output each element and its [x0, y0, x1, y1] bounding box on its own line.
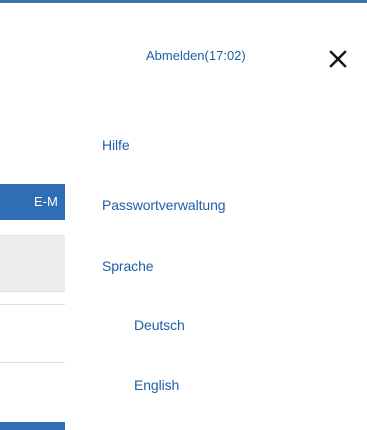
background-field [0, 235, 65, 292]
background-divider [0, 304, 65, 305]
logout-link[interactable]: Abmelden(17:02) [146, 48, 246, 63]
menu-item-help[interactable]: Hilfe [102, 137, 130, 153]
background-tab-label: E-M [34, 194, 58, 209]
background-email-tab: E-M [0, 184, 65, 220]
language-option-english[interactable]: English [134, 377, 179, 393]
close-button[interactable] [328, 49, 348, 69]
session-timer: (17:02) [204, 48, 246, 63]
background-block [0, 422, 65, 430]
menu-panel: E-M Abmelden(17:02) Hilfe Passwortverwal… [0, 0, 367, 430]
language-option-deutsch[interactable]: Deutsch [134, 317, 185, 333]
menu-item-language[interactable]: Sprache [102, 258, 154, 274]
top-rule [0, 0, 367, 3]
background-divider [0, 362, 65, 363]
close-x-icon [329, 50, 347, 68]
logout-label: Abmelden [146, 48, 205, 63]
menu-item-password-management[interactable]: Passwortverwaltung [102, 197, 226, 213]
